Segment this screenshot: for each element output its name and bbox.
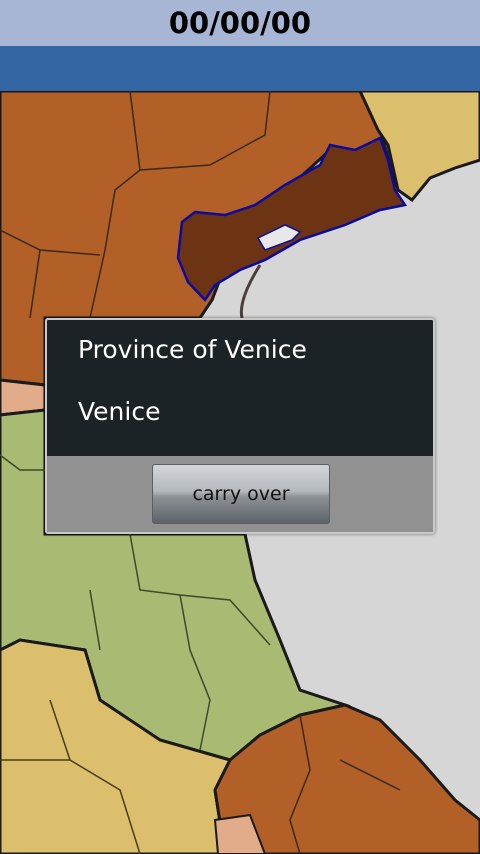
dialog-body: Province of Venice Venice xyxy=(47,320,433,456)
carry-over-button[interactable]: carry over xyxy=(152,464,330,524)
toolbar-bar xyxy=(0,46,480,91)
date-label: 00/00/00 xyxy=(168,6,312,40)
province-name: Province of Venice xyxy=(78,335,307,364)
title-bar: 00/00/00 xyxy=(0,0,480,46)
region-info-dialog: Province of Venice Venice carry over xyxy=(45,318,435,534)
dialog-footer: carry over xyxy=(47,456,433,532)
city-name: Venice xyxy=(78,397,161,426)
